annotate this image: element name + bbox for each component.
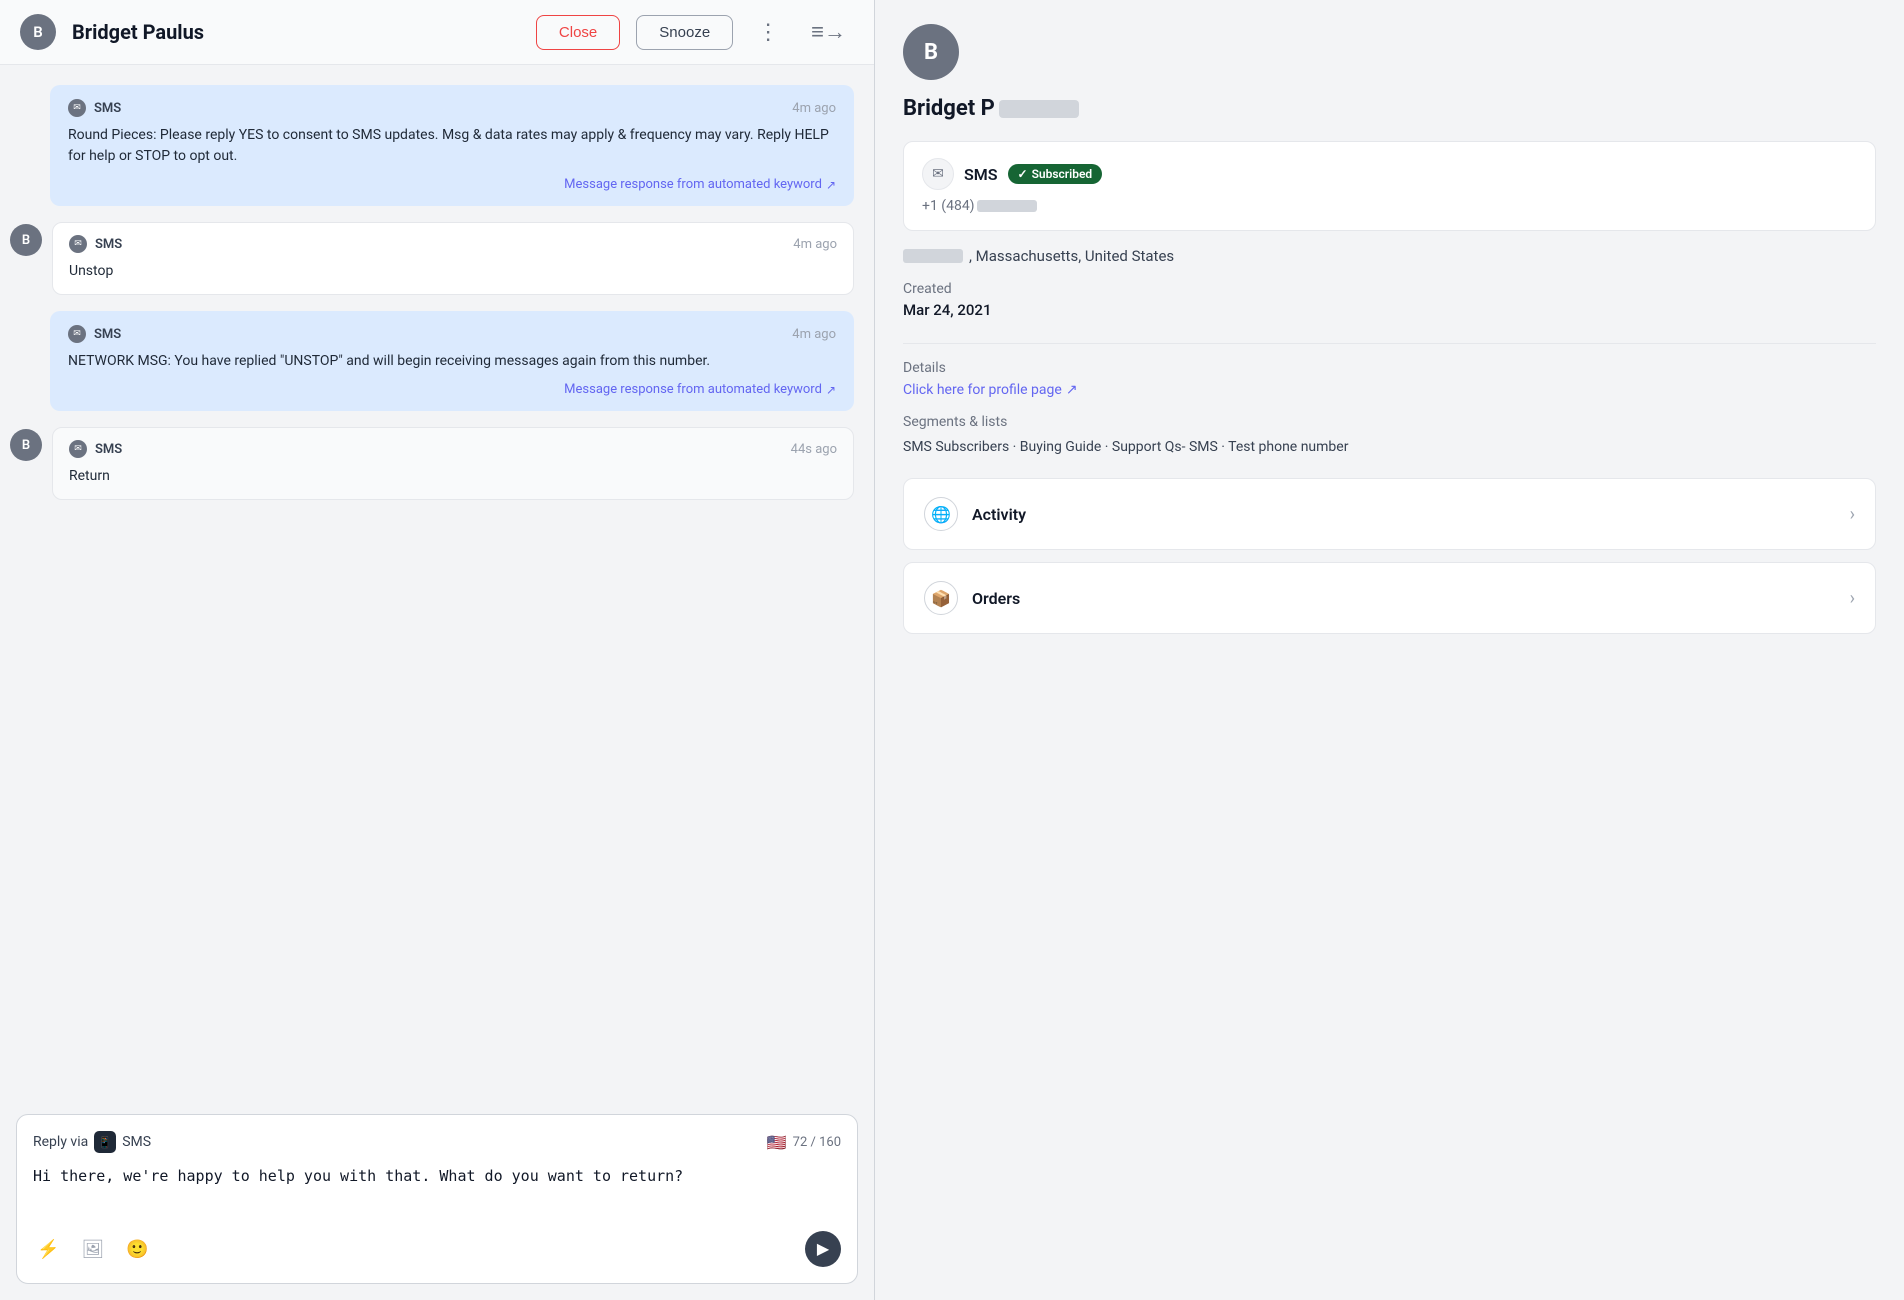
message-item: ✉ SMS 4m ago Round Pieces: Please reply … (50, 85, 854, 206)
message-bubble: ✉ SMS 44s ago Return (52, 427, 854, 500)
segments-section: Segments & lists SMS Subscribers · Buyin… (903, 414, 1876, 458)
more-options-button[interactable]: ⋮ (749, 15, 787, 49)
chevron-right-icon: › (1850, 588, 1855, 609)
message-time: 44s ago (791, 442, 837, 457)
flag-icon: 🇺🇸 (767, 1133, 787, 1152)
created-date: Mar 24, 2021 (903, 301, 1876, 319)
sms-channel-icon: ✉ (68, 325, 86, 343)
list-view-button[interactable]: ≡→ (803, 15, 854, 49)
sms-channel-icon: ✉ (69, 235, 87, 253)
activity-card[interactable]: 🌐 Activity › (903, 478, 1876, 550)
details-label: Details (903, 360, 1876, 376)
message-channel-label: SMS (94, 327, 121, 342)
message-item: B ✉ SMS 4m ago Unstop (10, 222, 854, 295)
external-link-icon: ↗ (826, 178, 836, 192)
messages-area: ✉ SMS 4m ago Round Pieces: Please reply … (0, 65, 874, 1102)
header-avatar: B (20, 14, 56, 50)
subscribed-badge: ✓ Subscribed (1008, 164, 1103, 184)
message-body: Unstop (69, 261, 837, 282)
conversation-header: B Bridget Paulus Close Snooze ⋮ ≡→ (0, 0, 874, 65)
automated-keyword-link[interactable]: Message response from automated keyword … (68, 382, 836, 397)
location-row: , Massachusetts, United States (903, 247, 1876, 265)
emoji-icon: 🙂 (126, 1239, 148, 1259)
message-time: 4m ago (792, 327, 836, 342)
send-button[interactable]: ▶ (805, 1231, 841, 1267)
details-section: Details Click here for profile page ↗ (903, 360, 1876, 398)
close-button[interactable]: Close (536, 15, 620, 50)
automated-keyword-link[interactable]: Message response from automated keyword … (68, 177, 836, 192)
right-panel: B Bridget P ✉ SMS ✓ Subscribed +1 (484) … (875, 0, 1904, 1300)
orders-label: Orders (972, 589, 1850, 608)
image-button[interactable]: 🖼 (77, 1235, 108, 1264)
lightning-button[interactable]: ⚡ (33, 1235, 63, 1264)
divider (903, 343, 1876, 344)
message-avatar: B (10, 224, 42, 256)
reply-via-label: Reply via 📱 SMS (33, 1131, 151, 1153)
emoji-button[interactable]: 🙂 (122, 1235, 152, 1264)
external-link-icon: ↗ (826, 383, 836, 397)
contact-avatar: B (903, 24, 959, 80)
message-channel-label: SMS (94, 101, 121, 116)
phone-number: +1 (484) (922, 198, 1857, 214)
message-body: NETWORK MSG: You have replied "UNSTOP" a… (68, 351, 836, 372)
sms-icon: ✉ (922, 158, 954, 190)
message-time: 4m ago (792, 101, 836, 116)
reply-header: Reply via 📱 SMS 🇺🇸 72 / 160 (33, 1131, 841, 1153)
created-section: Created Mar 24, 2021 (903, 281, 1876, 319)
message-channel-label: SMS (95, 442, 122, 457)
external-link-icon: ↗ (1066, 382, 1078, 398)
message-channel-label: SMS (95, 237, 122, 252)
segments-text: SMS Subscribers · Buying Guide · Support… (903, 436, 1876, 458)
message-item: B ✉ SMS 44s ago Return (10, 427, 854, 500)
message-time: 4m ago (793, 237, 837, 252)
check-icon: ✓ (1018, 167, 1028, 181)
orders-card[interactable]: 📦 Orders › (903, 562, 1876, 634)
image-icon: 🖼 (81, 1239, 104, 1259)
ellipsis-icon: ⋮ (757, 19, 779, 45)
sms-card-header: ✉ SMS ✓ Subscribed (922, 158, 1857, 190)
location-text: , Massachusetts, United States (969, 247, 1174, 265)
sms-label: SMS (964, 165, 998, 184)
send-icon: ▶ (817, 1239, 829, 1259)
header-name: Bridget Paulus (72, 20, 520, 44)
lightning-icon: ⚡ (37, 1239, 59, 1259)
sms-subscription-card: ✉ SMS ✓ Subscribed +1 (484) (903, 141, 1876, 231)
activity-icon: 🌐 (924, 497, 958, 531)
sms-channel-icon: ✉ (68, 99, 86, 117)
char-count: 🇺🇸 72 / 160 (767, 1133, 841, 1152)
snooze-button[interactable]: Snooze (636, 15, 733, 50)
contact-name: Bridget P (903, 96, 1876, 121)
activity-label: Activity (972, 505, 1850, 524)
message-body: Return (69, 466, 837, 487)
location-city-blur (903, 249, 963, 263)
sms-channel-icon: ✉ (69, 440, 87, 458)
sms-channel-icon: 📱 (94, 1131, 116, 1153)
reply-input[interactable]: Hi there, we're happy to help you with t… (33, 1165, 841, 1215)
message-body: Round Pieces: Please reply YES to consen… (68, 125, 836, 167)
created-label: Created (903, 281, 1876, 297)
left-panel: B Bridget Paulus Close Snooze ⋮ ≡→ ✉ SMS… (0, 0, 875, 1300)
reply-toolbar: ⚡ 🖼 🙂 (33, 1235, 153, 1264)
reply-area: Reply via 📱 SMS 🇺🇸 72 / 160 Hi there, we… (16, 1114, 858, 1284)
segments-label: Segments & lists (903, 414, 1876, 430)
profile-page-link[interactable]: Click here for profile page ↗ (903, 382, 1876, 398)
message-bubble: ✉ SMS 4m ago Unstop (52, 222, 854, 295)
chevron-right-icon: › (1850, 504, 1855, 525)
orders-icon: 📦 (924, 581, 958, 615)
list-icon: ≡→ (811, 19, 846, 45)
reply-footer: ⚡ 🖼 🙂 ▶ (33, 1231, 841, 1267)
message-avatar: B (10, 429, 42, 461)
message-item: ✉ SMS 4m ago NETWORK MSG: You have repli… (50, 311, 854, 411)
